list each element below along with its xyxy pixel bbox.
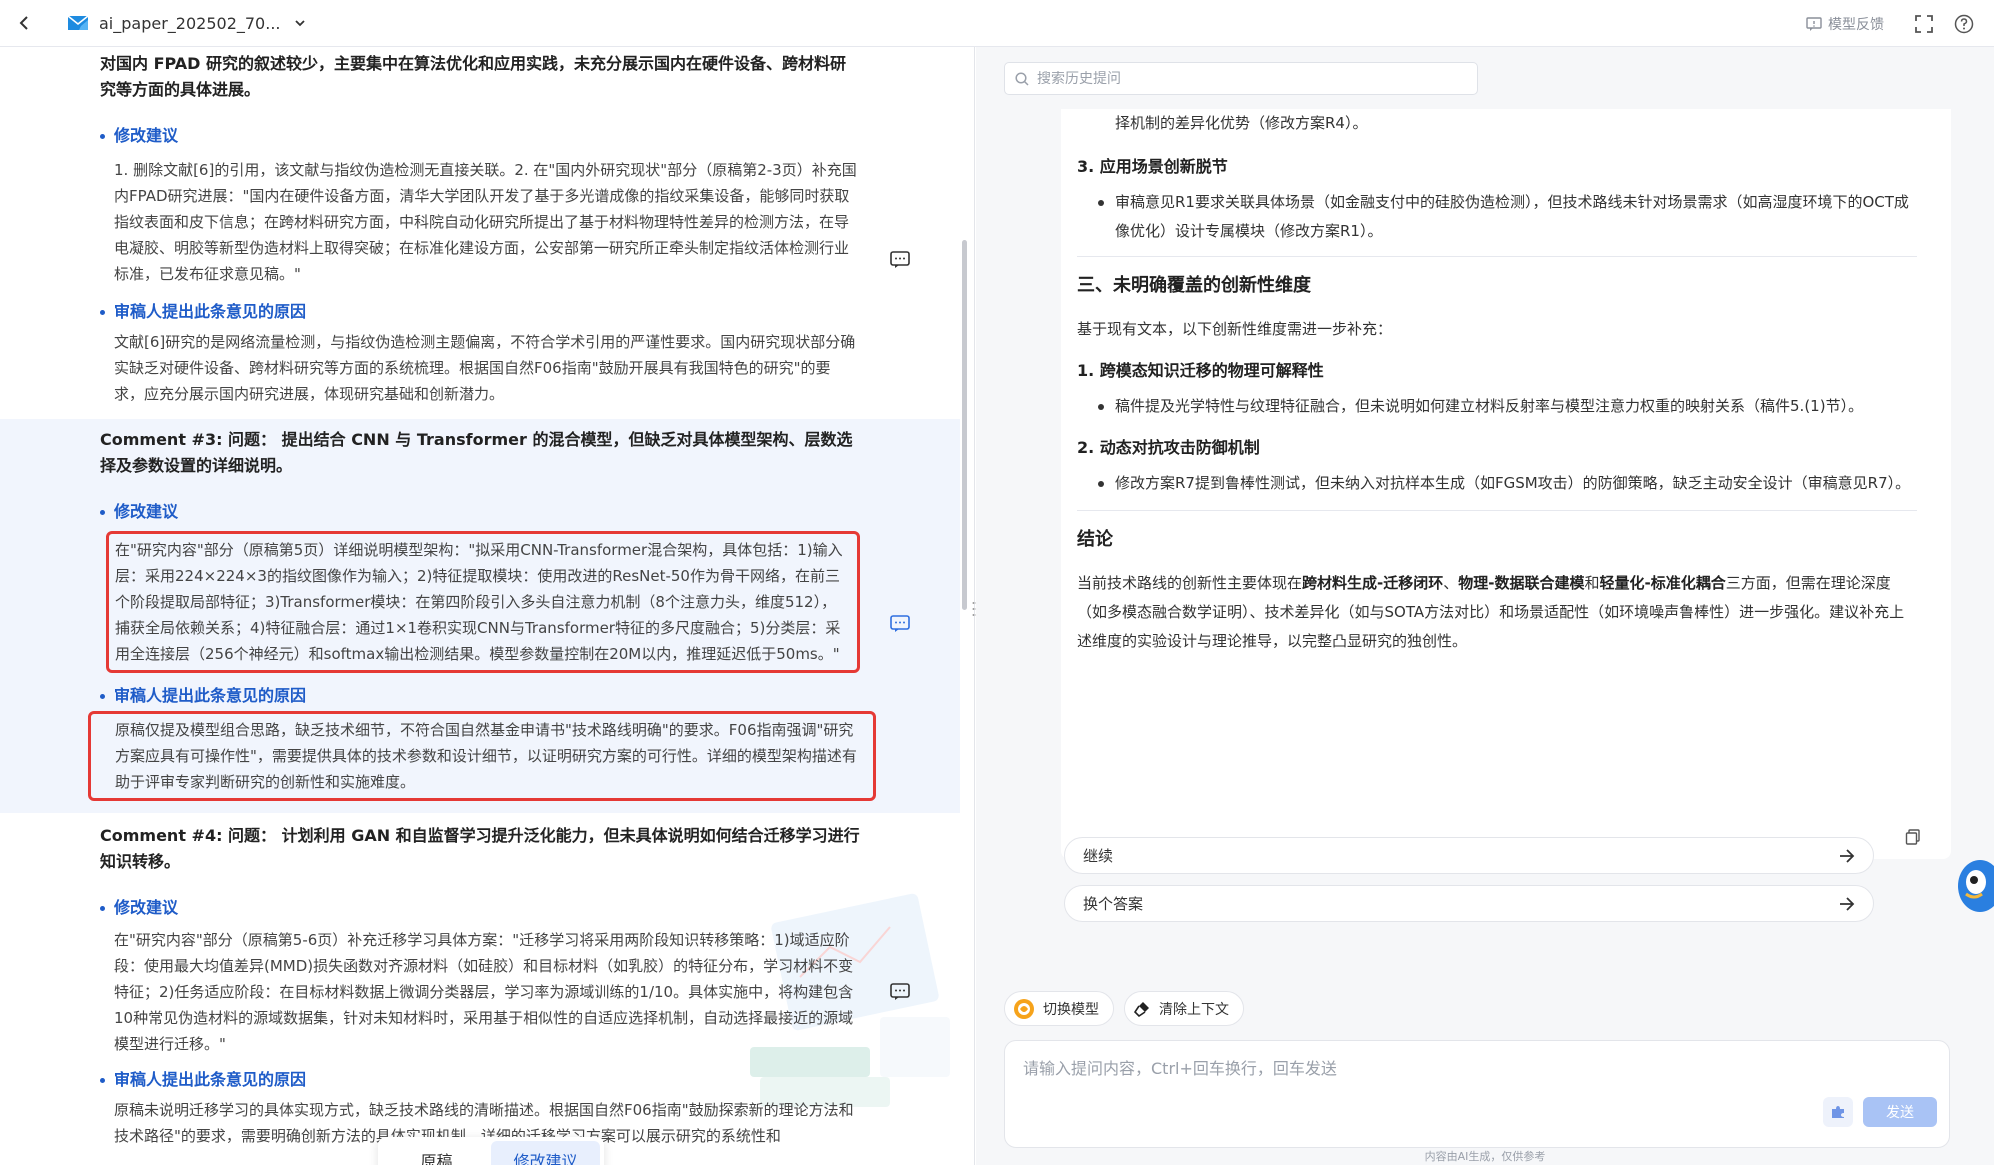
comment-icon-active[interactable] — [890, 615, 910, 633]
comment-icon[interactable] — [890, 251, 910, 269]
answer-section-3-item: 审稿意见R1要求关联具体场景（如金融支付中的硅胶伪造检测），但技术路线未针对场景… — [1077, 188, 1917, 246]
comment-2-suggestion-heading: 修改建议 — [100, 123, 860, 149]
chevron-down-icon[interactable] — [293, 16, 307, 30]
comment-2-reason-text: 文献[6]研究的是网络流量检测，与指纹伪造检测主题偏离，不符合学术引用的严谨性要… — [114, 333, 856, 403]
answer-divider — [1077, 256, 1917, 257]
dimension-1-title-text: 1. 跨模态知识迁移的物理可解释性 — [1077, 361, 1324, 380]
comment-4-suggestion-text: 在"研究内容"部分（原稿第5-6页）补充迁移学习具体方案："迁移学习将采用两阶段… — [114, 931, 854, 1053]
search-icon — [1015, 71, 1029, 86]
tab-original[interactable]: 原稿 — [382, 1141, 491, 1165]
switch-model-button[interactable]: 切换模型 — [1004, 991, 1114, 1026]
model-logo-icon — [1014, 998, 1034, 1019]
fullscreen-icon[interactable] — [1914, 14, 1934, 34]
conclusion-bold-3: 轻量化-标准化耦合 — [1599, 574, 1726, 592]
comment-3-suggestion-highlight: 在"研究内容"部分（原稿第5页）详细说明模型架构："拟采用CNN-Transfo… — [106, 531, 860, 673]
dimension-2-title-text: 2. 动态对抗攻击防御机制 — [1077, 438, 1260, 457]
comment-4-reason-heading: 审稿人提出此条意见的原因 — [100, 1067, 860, 1093]
comment-3-reason-heading: 审稿人提出此条意见的原因 — [100, 683, 860, 709]
prompt-input-box: 发送 — [1004, 1040, 1950, 1148]
answer-section-3-title: 3. 应用场景创新脱节 — [1077, 152, 1917, 182]
view-switcher: 原稿 修改建议 — [378, 1137, 604, 1165]
arrow-right-icon — [1840, 849, 1855, 863]
switch-model-label: 切换模型 — [1043, 1001, 1099, 1018]
answer-intro: 基于现有文本，以下创新性维度需进一步补充： — [1077, 320, 1393, 338]
comment-3-suggestion-heading: 修改建议 — [100, 499, 860, 525]
assistant-mascot-icon[interactable] — [1954, 852, 1994, 916]
conclusion-sep-2: 和 — [1584, 574, 1600, 592]
clear-context-button[interactable]: 清除上下文 — [1124, 991, 1244, 1026]
dimension-1-item: 稿件提及光学特性与纹理特征融合，但未说明如何建立材料反射率与模型注意力权重的映射… — [1077, 392, 1917, 421]
comment-2-issue-tail: 对国内 FPAD 研究的叙述较少，主要集中在算法优化和应用实践，未充分展示国内在… — [100, 54, 846, 99]
comment-2-reason-heading: 审稿人提出此条意见的原因 — [100, 299, 860, 325]
continue-suggestion-button[interactable]: 继续 — [1064, 837, 1874, 874]
copy-icon[interactable] — [1905, 829, 1921, 845]
comment-3-reason-text: 原稿仅提及模型组合思路，缺乏技术细节，不符合国自然基金申请书"技术路线明确"的要… — [115, 721, 857, 791]
regenerate-suggestion-label: 换个答案 — [1083, 895, 1144, 913]
comment-3-title: Comment #3: 问题： 提出结合 CNN 与 Transformer 的… — [100, 430, 853, 475]
ai-disclaimer: 内容由AI生成，仅供参考 — [1424, 1150, 1546, 1163]
conclusion-bold-2: 物理-数据联合建模 — [1458, 574, 1585, 592]
comment-icon[interactable] — [890, 983, 910, 1001]
comment-4-suggestion-heading: 修改建议 — [100, 895, 860, 921]
tab-revision[interactable]: 修改建议 — [491, 1141, 600, 1165]
broom-icon — [1133, 1001, 1149, 1017]
continue-suggestion-label: 继续 — [1083, 847, 1114, 865]
top-bar: ai_paper_202502_70... 模型反馈 — [0, 0, 1994, 47]
help-icon[interactable] — [1954, 14, 1974, 34]
answer-continued-text: 择机制的差异化优势（修改方案R4）。 — [1115, 114, 1368, 132]
answer-divider — [1077, 510, 1917, 511]
plugin-button[interactable] — [1823, 1097, 1853, 1127]
comment-2-suggestion-text: 1. 删除文献[6]的引用，该文献与指纹伪造检测无直接关联。2. 在"国内外研究… — [114, 161, 857, 283]
puzzle-icon — [1832, 1106, 1844, 1118]
back-button[interactable] — [0, 0, 47, 47]
file-name[interactable]: ai_paper_202502_70... — [99, 14, 279, 33]
feedback-label: 模型反馈 — [1828, 16, 1884, 33]
answer-card: 择机制的差异化优势（修改方案R4）。 3. 应用场景创新脱节 审稿意见R1要求关… — [1061, 109, 1951, 859]
document-review-pane: 对国内 FPAD 研究的叙述较少，主要集中在算法优化和应用实践，未充分展示国内在… — [0, 47, 960, 1165]
ai-chat-pane: 择机制的差异化优势（修改方案R4）。 3. 应用场景创新脱节 审稿意见R1要求关… — [976, 47, 1994, 1165]
arrow-right-icon — [1840, 897, 1855, 911]
dimension-2-title: 2. 动态对抗攻击防御机制 — [1077, 433, 1917, 463]
regenerate-suggestion-button[interactable]: 换个答案 — [1064, 885, 1874, 922]
dimension-1-title: 1. 跨模态知识迁移的物理可解释性 — [1077, 356, 1917, 386]
prompt-input[interactable] — [1023, 1055, 1903, 1095]
conclusion-sep-1: 、 — [1443, 574, 1459, 592]
conclusion-pre: 当前技术路线的创新性主要体现在 — [1077, 574, 1303, 592]
conclusion-text: 当前技术路线的创新性主要体现在跨材料生成-迁移闭环、物理-数据联合建模和轻量化-… — [1077, 569, 1917, 656]
comment-3-suggestion-text: 在"研究内容"部分（原稿第5页）详细说明模型架构："拟采用CNN-Transfo… — [115, 541, 843, 663]
chevron-left-icon — [19, 16, 28, 30]
history-search-input[interactable] — [1037, 70, 1457, 87]
comment-4-title: Comment #4: 问题： 计划利用 GAN 和自监督学习提升泛化能力，但未… — [100, 826, 860, 871]
comment-4-card: Comment #4: 问题： 计划利用 GAN 和自监督学习提升泛化能力，但未… — [0, 813, 960, 1149]
dimension-2-item: 修改方案R7提到鲁棒性测试，但未纳入对抗样本生成（如FGSM攻击）的防御策略，缺… — [1077, 469, 1917, 498]
answer-section-3-title-text: 3. 应用场景创新脱节 — [1077, 157, 1228, 176]
document-icon — [67, 15, 89, 30]
comment-3-reason-highlight: 原稿仅提及模型组合思路，缺乏技术细节，不符合国自然基金申请书"技术路线明确"的要… — [88, 711, 876, 801]
feedback-icon — [1806, 16, 1822, 31]
conclusion-heading: 结论 — [1077, 529, 1113, 550]
left-scrollbar[interactable] — [962, 240, 967, 610]
send-button[interactable]: 发送 — [1863, 1097, 1937, 1127]
conclusion-bold-1: 跨材料生成-迁移闭环 — [1302, 574, 1444, 592]
history-search — [1004, 62, 1478, 95]
answer-heading-3: 三、未明确覆盖的创新性维度 — [1077, 275, 1311, 296]
model-feedback-button[interactable]: 模型反馈 — [1806, 14, 1884, 34]
comment-3-card: Comment #3: 问题： 提出结合 CNN 与 Transformer 的… — [0, 419, 960, 813]
clear-context-label: 清除上下文 — [1159, 1001, 1229, 1018]
